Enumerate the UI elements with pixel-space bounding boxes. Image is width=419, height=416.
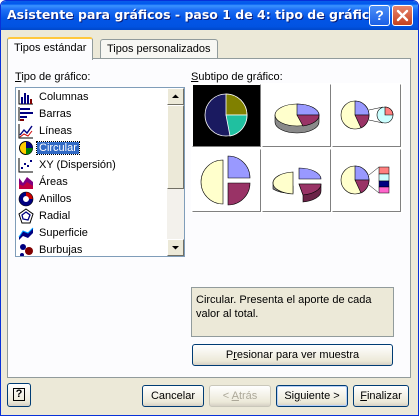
list-item-label: Columnas (39, 90, 89, 103)
back-button[interactable]: < Atrás (209, 385, 271, 407)
list-item-label: Anillos (39, 192, 72, 205)
chart-wizard-dialog: Asistente para gráficos - paso 1 de 4: t… (0, 0, 419, 416)
scroll-down-button[interactable] (167, 239, 184, 256)
subtype-exploded-pie-3d[interactable] (262, 149, 331, 212)
exploded-pie-icon (200, 155, 251, 206)
list-item-burbujas[interactable]: Burbujas (18, 241, 166, 256)
list-item-barras[interactable]: Barras (18, 105, 166, 122)
pie-3d-icon (274, 103, 320, 134)
subtype-description: Circular. Presenta el aporte de cada val… (191, 287, 394, 337)
bar-chart-icon (18, 106, 33, 121)
subtype-pie-3d[interactable] (262, 84, 331, 147)
tab-custom-types[interactable]: Tipos personalizados (100, 39, 218, 59)
tab-standard-types[interactable]: Tipos estándar (7, 37, 94, 60)
subtype-pie-of-pie[interactable] (332, 84, 401, 147)
area-chart-icon (19, 176, 33, 189)
pie-chart-icon (19, 140, 33, 155)
close-icon (396, 9, 409, 22)
list-item-label: XY (Dispersión) (39, 158, 116, 171)
list-item-label: Circular (36, 140, 80, 155)
radar-chart-icon (18, 207, 34, 223)
help-icon: ? (375, 7, 384, 23)
tab-custom-types-label: Tipos personalizados (107, 43, 211, 55)
bubble-chart-icon (20, 243, 33, 256)
list-item-superficie[interactable]: Superficie (18, 224, 166, 241)
tab-standard-types-label: Tipos estándar (14, 42, 87, 54)
surface-chart-icon (18, 227, 34, 240)
list-scrollbar[interactable] (167, 88, 184, 256)
list-item-circular[interactable]: Circular (18, 139, 166, 156)
subtype-grid (191, 83, 403, 213)
next-button[interactable]: Siguiente > (276, 385, 348, 407)
chart-type-label: Tipo de gráfico: (15, 71, 91, 83)
column-chart-icon (18, 89, 33, 104)
list-item-lineas[interactable]: Líneas (18, 122, 166, 139)
window-title: Asistente para gráficos - paso 1 de 4: t… (7, 7, 378, 22)
line-chart-icon (18, 123, 33, 138)
list-item-label: Barras (39, 107, 72, 120)
list-item-areas[interactable]: Áreas (18, 173, 166, 190)
list-item-label: Radial (39, 209, 71, 222)
list-item-label: Áreas (39, 175, 68, 188)
list-item-label: Superficie (39, 226, 88, 239)
subtype-label: Subtipo de gráfico: (191, 71, 283, 83)
title-bar[interactable]: Asistente para gráficos - paso 1 de 4: t… (1, 1, 418, 30)
bar-of-pie-icon (340, 165, 390, 195)
finish-button[interactable]: Finalizar (353, 385, 409, 407)
list-item-radial[interactable]: Radial (18, 207, 166, 224)
list-item-label: Líneas (39, 124, 73, 137)
arrow-up-icon (172, 94, 179, 98)
title-help-button[interactable]: ? (369, 5, 390, 26)
footer-help-button[interactable]: ? (7, 383, 31, 407)
close-button[interactable] (392, 5, 413, 26)
chart-type-list[interactable]: Columnas Barras Líneas Circular XY (Disp… (15, 87, 185, 257)
list-item-anillos[interactable]: Anillos (18, 190, 166, 207)
arrow-down-icon (172, 246, 179, 250)
doughnut-chart-icon (18, 191, 34, 206)
cancel-button[interactable]: Cancelar (142, 385, 204, 407)
scroll-up-button[interactable] (167, 88, 184, 105)
help-icon: ? (13, 388, 25, 401)
subtype-exploded-pie[interactable] (192, 149, 261, 212)
pie-of-pie-icon (340, 100, 394, 130)
pie-icon (204, 93, 248, 137)
scroll-thumb[interactable] (167, 105, 184, 189)
list-item-label: Burbujas (39, 243, 83, 256)
exploded-pie-3d-icon (272, 167, 322, 203)
cancel-label: Cancelar (150, 390, 196, 402)
scatter-chart-icon (18, 157, 33, 172)
subtype-bar-of-pie[interactable] (332, 149, 401, 212)
subtype-pie[interactable] (192, 84, 261, 147)
list-item-xy[interactable]: XY (Dispersión) (18, 156, 166, 173)
list-item-columnas[interactable]: Columnas (18, 88, 166, 105)
press-to-preview-button[interactable]: Presionar para ver muestra (192, 344, 393, 366)
